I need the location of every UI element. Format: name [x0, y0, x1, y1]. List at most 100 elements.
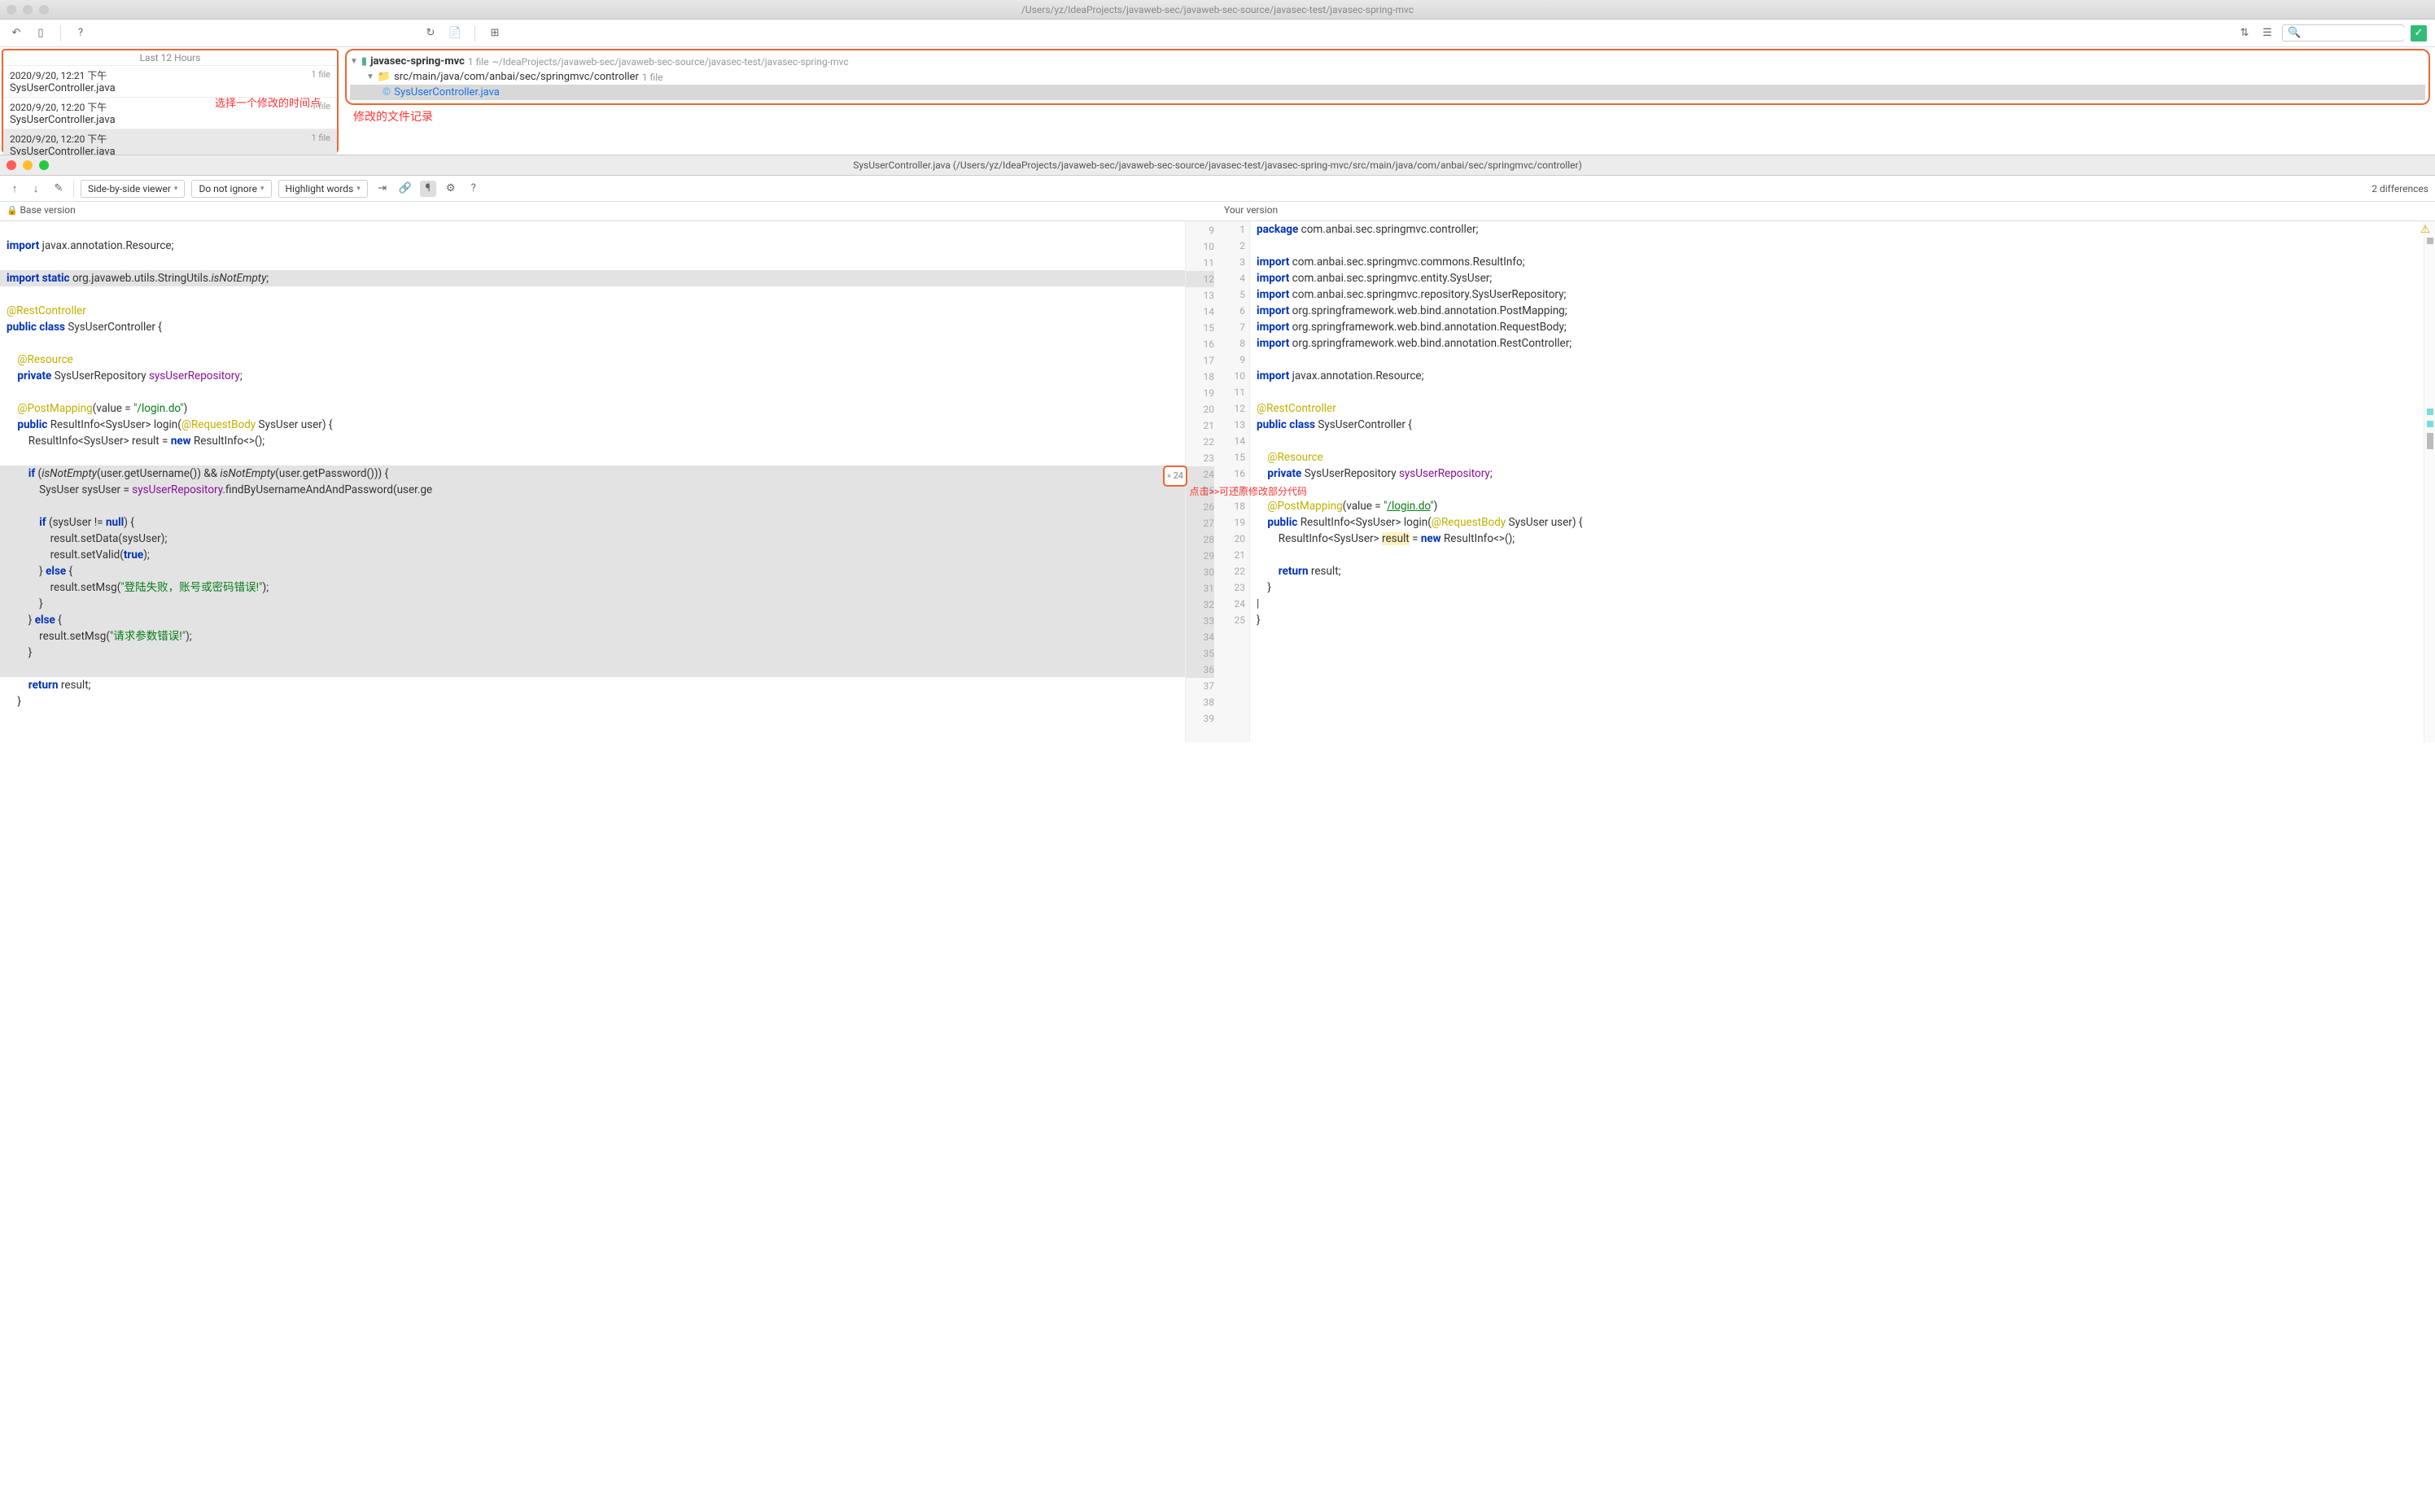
- code-line[interactable]: [0, 254, 1185, 270]
- code-line[interactable]: import org.springframework.web.bind.anno…: [1250, 335, 2424, 352]
- settings1-icon[interactable]: ⇅: [2236, 25, 2253, 42]
- tree-root-row[interactable]: ▼ ▮ javasec-spring-mvc 1 file ~/IdeaProj…: [350, 54, 2425, 69]
- prev-diff-icon[interactable]: ↑: [7, 181, 23, 197]
- help-icon[interactable]: ?: [72, 25, 89, 42]
- min-dot[interactable]: [23, 5, 33, 15]
- code-line[interactable]: return result;: [1250, 563, 2424, 579]
- close-dot[interactable]: [7, 160, 16, 170]
- code-line[interactable]: SysUser sysUser = sysUserRepository.find…: [0, 482, 1185, 498]
- history-entry[interactable]: 2020/9/20, 12:21 下午 SysUserController.ja…: [3, 66, 337, 98]
- expand-icon[interactable]: ▼: [350, 57, 358, 66]
- code-line[interactable]: [0, 384, 1185, 400]
- strip-mark[interactable]: [2427, 238, 2433, 244]
- code-line[interactable]: import static org.javaweb.utils.StringUt…: [0, 270, 1185, 286]
- gear-icon[interactable]: ⚙: [443, 181, 459, 197]
- code-line[interactable]: [1250, 352, 2424, 368]
- max-dot[interactable]: [39, 160, 49, 170]
- strip-mark[interactable]: [2427, 433, 2433, 449]
- code-line[interactable]: } else {: [0, 612, 1185, 628]
- code-line[interactable]: [0, 710, 1185, 726]
- code-line[interactable]: import org.springframework.web.bind.anno…: [1250, 303, 2424, 319]
- code-line[interactable]: @Resource: [1250, 449, 2424, 465]
- expand-icon[interactable]: ▼: [366, 72, 374, 81]
- code-line[interactable]: public ResultInfo<SysUser> login(@Reques…: [1250, 514, 2424, 531]
- code-line[interactable]: @RestController: [0, 303, 1185, 319]
- code-line[interactable]: import com.anbai.sec.springmvc.commons.R…: [1250, 254, 2424, 270]
- code-line[interactable]: [0, 221, 1185, 238]
- tree-folder-row[interactable]: ▼ 📁 src/main/java/com/anbai/sec/springmv…: [350, 69, 2425, 85]
- tree-label: src/main/java/com/anbai/sec/springmvc/co…: [394, 71, 639, 83]
- code-line[interactable]: [0, 498, 1185, 514]
- close-dot[interactable]: [7, 5, 16, 15]
- tree-file-row[interactable]: © SysUserController.java: [350, 85, 2425, 100]
- code-line[interactable]: result.setMsg("登陆失败，账号或密码错误!");: [0, 579, 1185, 596]
- viewer-mode-dropdown[interactable]: Side-by-side viewer: [81, 180, 185, 198]
- edit-icon[interactable]: ✎: [50, 181, 67, 197]
- sync-scroll-icon[interactable]: 🔗: [397, 181, 413, 197]
- code-line[interactable]: public class SysUserController {: [0, 319, 1185, 335]
- code-line[interactable]: [1250, 433, 2424, 449]
- filter-icon[interactable]: ⊞: [487, 25, 503, 42]
- code-line[interactable]: result.setMsg("请求参数错误!");: [0, 628, 1185, 645]
- code-line[interactable]: |: [1250, 596, 2424, 612]
- code-line[interactable]: }: [1250, 579, 2424, 596]
- undo-icon[interactable]: ↶: [8, 25, 24, 42]
- code-line[interactable]: if (sysUser != null) {: [0, 514, 1185, 531]
- code-line[interactable]: @RestController: [1250, 400, 2424, 417]
- ignore-mode-dropdown[interactable]: Do not ignore: [191, 180, 271, 198]
- code-line[interactable]: [0, 286, 1185, 303]
- code-line[interactable]: @PostMapping(value = "/login.do"): [1250, 498, 2424, 514]
- code-line[interactable]: }: [0, 596, 1185, 612]
- refresh-icon[interactable]: ↻: [422, 25, 439, 42]
- help-icon[interactable]: ?: [466, 181, 482, 197]
- code-line[interactable]: result.setValid(true);: [0, 547, 1185, 563]
- max-dot[interactable]: [39, 5, 49, 15]
- code-line[interactable]: package com.anbai.sec.springmvc.controll…: [1250, 221, 2424, 238]
- collapse-icon[interactable]: ⇥: [374, 181, 391, 197]
- code-line[interactable]: } else {: [0, 563, 1185, 579]
- code-line[interactable]: private SysUserRepository sysUserReposit…: [1250, 465, 2424, 482]
- search-box[interactable]: 🔍: [2282, 24, 2404, 42]
- code-line[interactable]: import javax.annotation.Resource;: [0, 238, 1185, 254]
- code-line[interactable]: @Resource: [0, 352, 1185, 368]
- history-entry[interactable]: 2020/9/20, 12:20 下午 SysUserController.ja…: [3, 98, 337, 129]
- code-line[interactable]: [1250, 482, 2424, 498]
- code-line[interactable]: }: [0, 645, 1185, 661]
- code-line[interactable]: public class SysUserController {: [1250, 417, 2424, 433]
- code-line[interactable]: @PostMapping(value = "/login.do"): [0, 400, 1185, 417]
- code-line[interactable]: [1250, 238, 2424, 254]
- code-line[interactable]: }: [1250, 612, 2424, 628]
- right-code-area[interactable]: package com.anbai.sec.springmvc.controll…: [1250, 221, 2424, 742]
- code-line[interactable]: result.setData(sysUser);: [0, 531, 1185, 547]
- code-line[interactable]: import com.anbai.sec.springmvc.entity.Sy…: [1250, 270, 2424, 286]
- highlight-mode-dropdown[interactable]: Highlight words: [278, 180, 368, 198]
- code-line[interactable]: private SysUserRepository sysUserReposit…: [0, 368, 1185, 384]
- code-line[interactable]: [1250, 547, 2424, 563]
- strip-mark[interactable]: [2427, 421, 2433, 427]
- strip-mark[interactable]: [2427, 409, 2433, 415]
- code-line[interactable]: ResultInfo<SysUser> result = new ResultI…: [1250, 531, 2424, 547]
- checkmark-icon[interactable]: ✓: [2411, 25, 2427, 42]
- apply-change-button[interactable]: 24: [1163, 465, 1187, 487]
- code-line[interactable]: import com.anbai.sec.springmvc.repositor…: [1250, 286, 2424, 303]
- code-line[interactable]: [0, 661, 1185, 677]
- left-code-area[interactable]: import javax.annotation.Resource; import…: [0, 221, 1185, 742]
- code-line[interactable]: [0, 335, 1185, 352]
- scroll-strip[interactable]: ⚠: [2424, 221, 2435, 742]
- code-line[interactable]: public ResultInfo<SysUser> login(@Reques…: [0, 417, 1185, 433]
- whitespace-icon[interactable]: ¶: [420, 181, 436, 197]
- code-line[interactable]: if (isNotEmpty(user.getUsername()) && is…: [0, 465, 1185, 482]
- code-line[interactable]: import javax.annotation.Resource;: [1250, 368, 2424, 384]
- code-line[interactable]: [1250, 384, 2424, 400]
- code-line[interactable]: }: [0, 693, 1185, 710]
- next-diff-icon[interactable]: ↓: [28, 181, 44, 197]
- doc-icon[interactable]: ▯: [33, 25, 49, 42]
- min-dot[interactable]: [23, 160, 33, 170]
- gutter-line-number: 14: [1186, 304, 1214, 320]
- settings2-icon[interactable]: ☰: [2259, 25, 2275, 42]
- code-line[interactable]: import org.springframework.web.bind.anno…: [1250, 319, 2424, 335]
- code-line[interactable]: [0, 449, 1185, 465]
- code-line[interactable]: ResultInfo<SysUser> result = new ResultI…: [0, 433, 1185, 449]
- code-line[interactable]: return result;: [0, 677, 1185, 693]
- copy-icon[interactable]: 📄: [447, 25, 463, 42]
